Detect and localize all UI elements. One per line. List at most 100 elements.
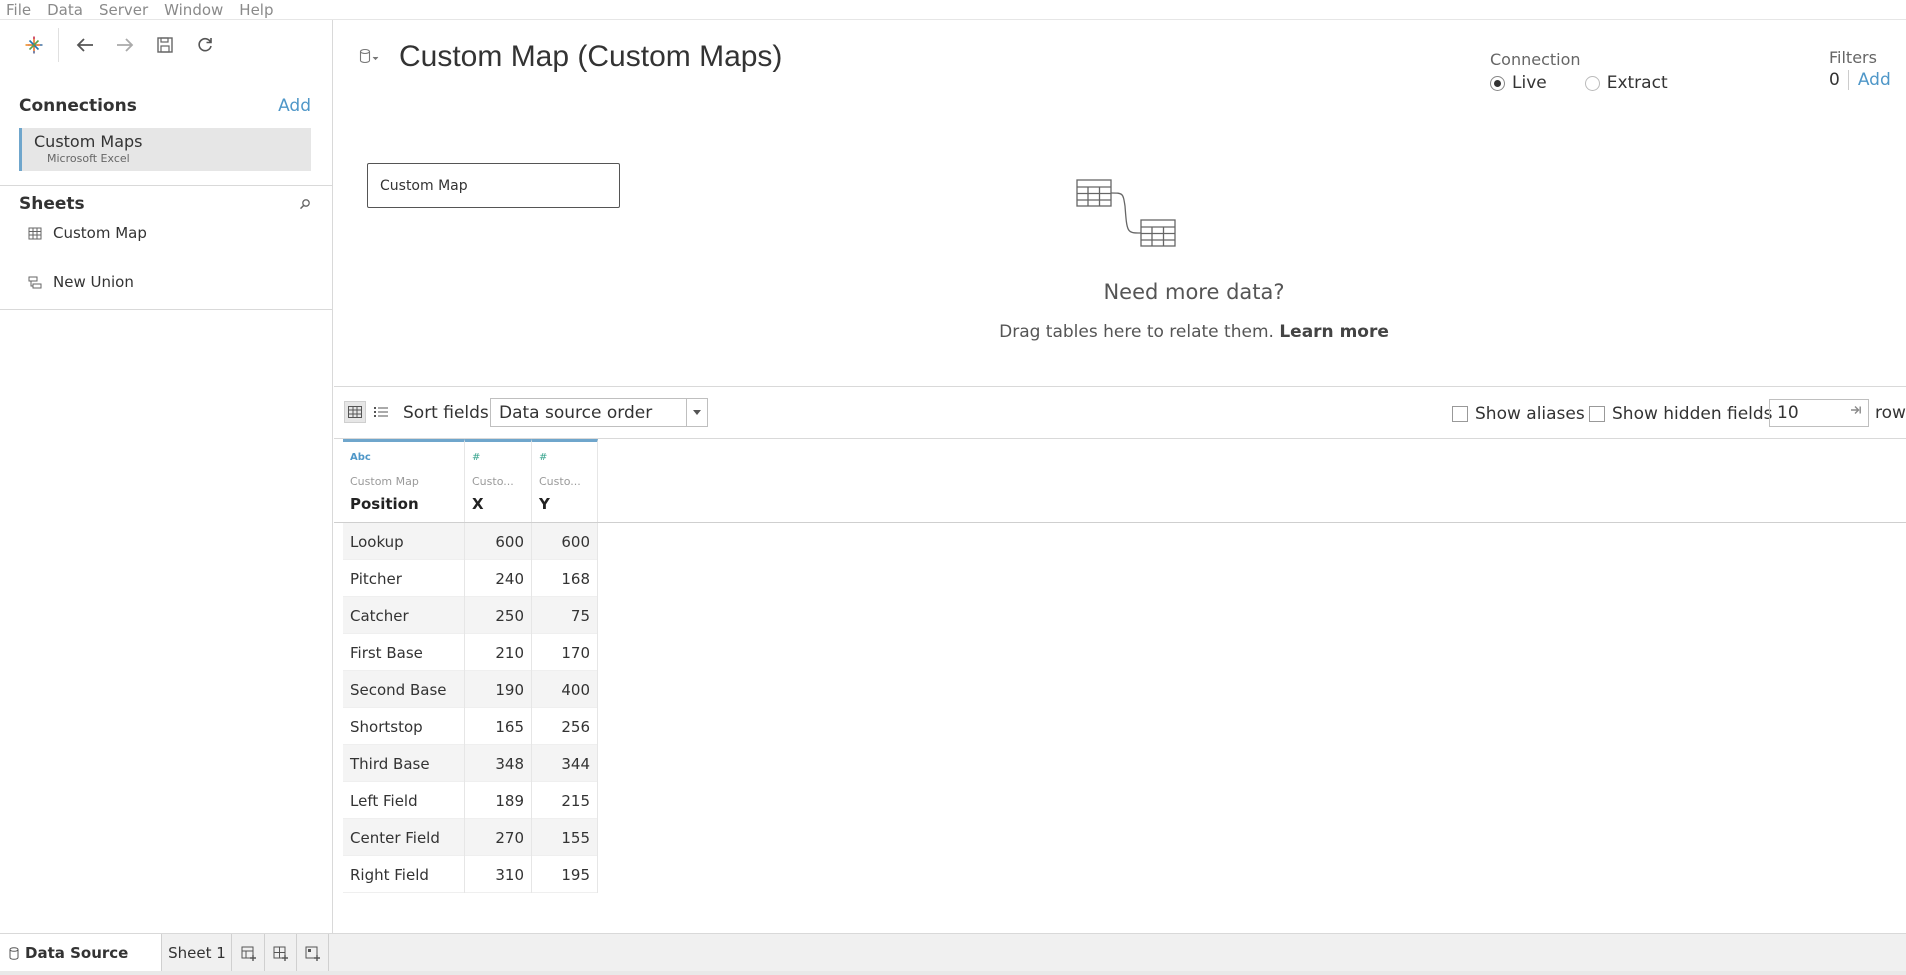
search-icon[interactable] bbox=[299, 195, 311, 214]
new-story-icon[interactable] bbox=[297, 934, 329, 972]
rows-count-input[interactable]: 10 bbox=[1769, 399, 1869, 427]
cell-x[interactable]: 190 bbox=[465, 671, 532, 708]
arrow-right-icon[interactable] bbox=[105, 27, 145, 63]
rows-label: rows bbox=[1875, 403, 1906, 423]
add-connection-link[interactable]: Add bbox=[278, 96, 311, 116]
table-row: Pitcher 240 168 bbox=[343, 560, 598, 597]
checkbox-box bbox=[1452, 406, 1468, 422]
radio-extract-label: Extract bbox=[1606, 73, 1668, 93]
canvas-table-custom-map[interactable]: Custom Map bbox=[367, 163, 620, 208]
list-view-icon[interactable] bbox=[370, 401, 392, 423]
cell-position[interactable]: Left Field bbox=[343, 782, 465, 819]
datasource-dropdown-icon[interactable] bbox=[359, 48, 381, 68]
tab-data-source[interactable]: Data Source bbox=[0, 934, 162, 972]
arrow-left-icon[interactable] bbox=[65, 27, 105, 63]
string-type-icon[interactable]: Abc bbox=[350, 452, 464, 468]
radio-extract[interactable]: Extract bbox=[1584, 73, 1668, 93]
cell-x[interactable]: 165 bbox=[465, 708, 532, 745]
column-name: X bbox=[472, 495, 484, 513]
cell-y[interactable]: 75 bbox=[532, 597, 598, 634]
new-worksheet-icon[interactable] bbox=[233, 934, 265, 972]
number-type-icon[interactable]: # bbox=[539, 452, 597, 468]
cell-x[interactable]: 348 bbox=[465, 745, 532, 782]
cell-x[interactable]: 250 bbox=[465, 597, 532, 634]
connection-item-custom-maps[interactable]: Custom Maps Microsoft Excel bbox=[19, 128, 311, 171]
menu-help[interactable]: Help bbox=[231, 1, 281, 19]
cell-position[interactable]: Center Field bbox=[343, 819, 465, 856]
cell-x[interactable]: 270 bbox=[465, 819, 532, 856]
tab-data-source-label: Data Source bbox=[25, 944, 129, 962]
cell-x[interactable]: 240 bbox=[465, 560, 532, 597]
cell-position[interactable]: First Base bbox=[343, 634, 465, 671]
new-dashboard-icon[interactable] bbox=[265, 934, 297, 972]
connection-mode: Connection Live Extract bbox=[1490, 50, 1706, 93]
filters: Filters 0 Add bbox=[1829, 48, 1891, 90]
union-icon bbox=[27, 274, 43, 290]
tableau-logo-icon[interactable] bbox=[14, 27, 54, 63]
connection-type: Microsoft Excel bbox=[47, 152, 130, 165]
radio-live[interactable]: Live bbox=[1490, 73, 1547, 93]
sheets-title: Sheets bbox=[19, 194, 85, 214]
cell-position[interactable]: Shortstop bbox=[343, 708, 465, 745]
menu-data[interactable]: Data bbox=[39, 1, 91, 19]
cell-y[interactable]: 155 bbox=[532, 819, 598, 856]
cell-position[interactable]: Right Field bbox=[343, 856, 465, 893]
cell-x[interactable]: 189 bbox=[465, 782, 532, 819]
column-header-y[interactable]: # Custo... Y bbox=[532, 439, 598, 522]
menu-window[interactable]: Window bbox=[156, 1, 231, 19]
sheets-header: Sheets bbox=[19, 194, 311, 214]
datasource-icon bbox=[9, 946, 19, 960]
cell-position[interactable]: Third Base bbox=[343, 745, 465, 782]
learn-more-link[interactable]: Learn more bbox=[1279, 322, 1389, 342]
menu-file[interactable]: File bbox=[0, 1, 39, 19]
cell-x[interactable]: 210 bbox=[465, 634, 532, 671]
sheet-item-new-union[interactable]: New Union bbox=[27, 273, 134, 291]
cell-y[interactable]: 168 bbox=[532, 560, 598, 597]
table-row: Shortstop 165 256 bbox=[343, 708, 598, 745]
toolbar-separator bbox=[58, 28, 59, 62]
left-panel: Connections Add Custom Maps Microsoft Ex… bbox=[0, 20, 333, 933]
column-header-position[interactable]: Abc Custom Map Position bbox=[343, 439, 465, 522]
cell-position[interactable]: Catcher bbox=[343, 597, 465, 634]
connections-title: Connections bbox=[19, 96, 137, 116]
add-filter-link[interactable]: Add bbox=[1849, 70, 1891, 90]
column-source: Custo... bbox=[539, 475, 581, 488]
table-row: Lookup 600 600 bbox=[343, 523, 598, 560]
sort-fields-value: Data source order bbox=[499, 402, 653, 423]
cell-position[interactable]: Second Base bbox=[343, 671, 465, 708]
menu-bar: File Data Server Window Help bbox=[0, 0, 1906, 20]
show-aliases-checkbox[interactable]: Show aliases bbox=[1452, 404, 1585, 424]
sheet-item-custom-map[interactable]: Custom Map bbox=[27, 224, 147, 242]
chevron-down-icon bbox=[686, 399, 707, 426]
page-title[interactable]: Custom Map (Custom Maps) bbox=[399, 40, 782, 74]
checkbox-box bbox=[1589, 406, 1605, 422]
cell-y[interactable]: 600 bbox=[532, 523, 598, 560]
cell-y[interactable]: 170 bbox=[532, 634, 598, 671]
column-header-x[interactable]: # Custo... X bbox=[465, 439, 532, 522]
cell-y[interactable]: 344 bbox=[532, 745, 598, 782]
cell-position[interactable]: Lookup bbox=[343, 523, 465, 560]
radio-extract-indicator bbox=[1584, 75, 1600, 91]
connection-name: Custom Maps bbox=[34, 132, 143, 151]
cell-y[interactable]: 195 bbox=[532, 856, 598, 893]
drag-tables-text: Drag tables here to relate them. bbox=[999, 322, 1274, 342]
cell-y[interactable]: 256 bbox=[532, 708, 598, 745]
grid-view-icon[interactable] bbox=[344, 401, 366, 423]
save-icon[interactable] bbox=[145, 27, 185, 63]
column-name: Y bbox=[539, 495, 550, 513]
number-type-icon[interactable]: # bbox=[472, 452, 531, 468]
show-hidden-fields-checkbox[interactable]: Show hidden fields bbox=[1589, 404, 1773, 424]
tab-sheet-1[interactable]: Sheet 1 bbox=[163, 934, 232, 972]
filters-count: 0 bbox=[1829, 70, 1849, 90]
refresh-icon[interactable] bbox=[185, 27, 225, 63]
menu-server[interactable]: Server bbox=[91, 1, 156, 19]
cell-position[interactable]: Pitcher bbox=[343, 560, 465, 597]
sort-fields-select[interactable]: Data source order bbox=[490, 398, 708, 427]
cell-x[interactable]: 600 bbox=[465, 523, 532, 560]
arrow-right-icon[interactable] bbox=[1850, 404, 1862, 420]
cell-y[interactable]: 400 bbox=[532, 671, 598, 708]
cell-y[interactable]: 215 bbox=[532, 782, 598, 819]
sheet-item-label: New Union bbox=[53, 273, 134, 291]
need-more-data-title: Need more data? bbox=[1103, 280, 1285, 304]
cell-x[interactable]: 310 bbox=[465, 856, 532, 893]
